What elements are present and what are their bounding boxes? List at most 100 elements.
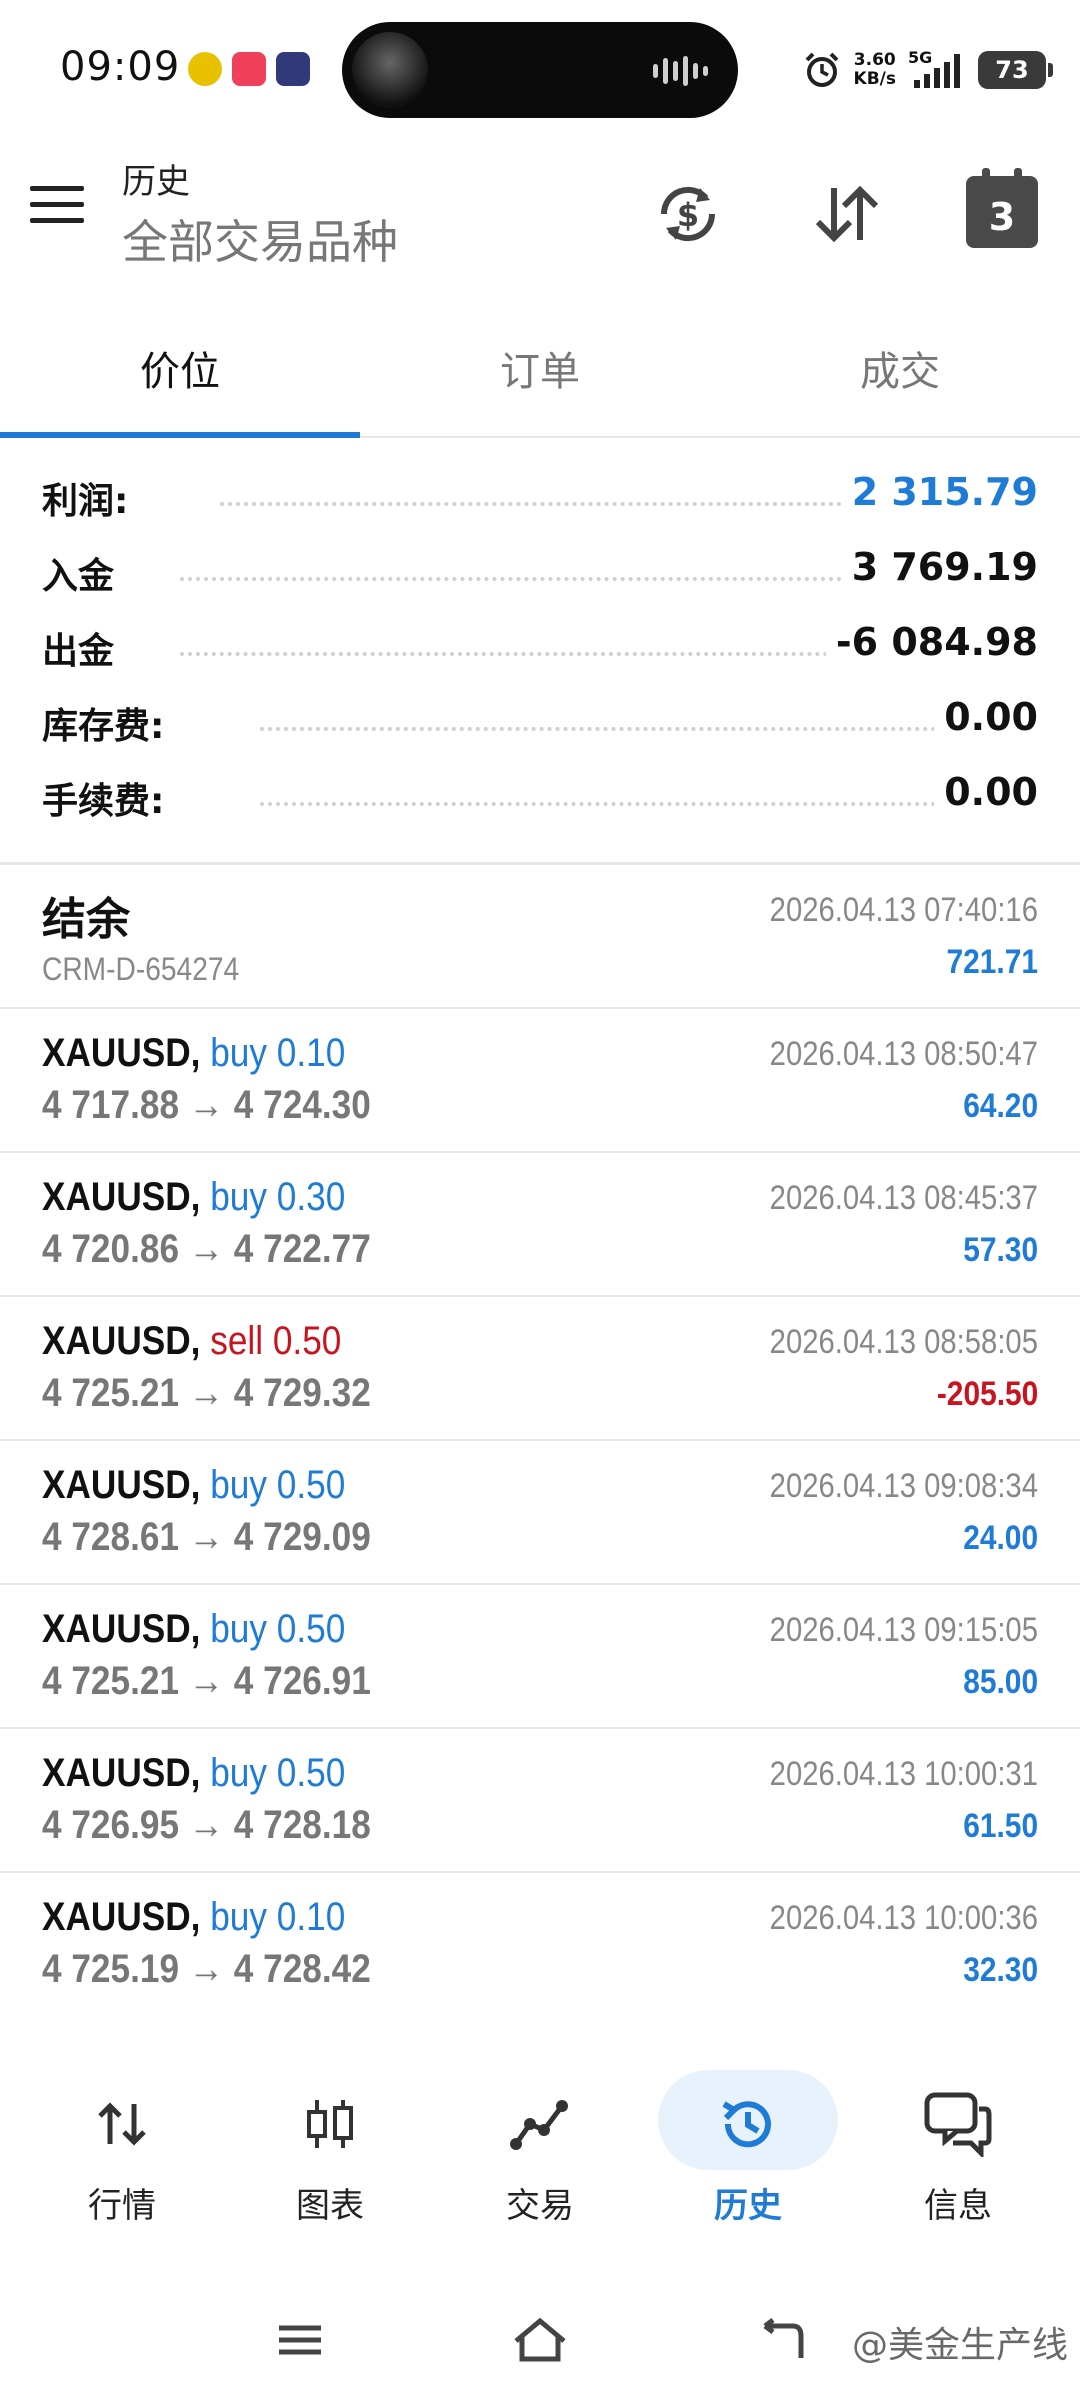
trade-row[interactable]: XAUUSD, sell 0.50 4 725.21 → 4 729.32 20…: [0, 1297, 1080, 1441]
menu-icon: [30, 186, 84, 191]
trade-time: 2026.04.13 08:45:37: [769, 1179, 1038, 1217]
back-button[interactable]: [740, 2300, 820, 2380]
balance-title: 结余: [42, 894, 130, 945]
trade-profit: 24.00: [963, 1519, 1038, 1557]
sort-button[interactable]: [806, 174, 886, 254]
trade-row[interactable]: XAUUSD, buy 0.10 4 717.88 → 4 724.30 202…: [0, 1009, 1080, 1153]
summary-row-deposit: 入金 3 769.19: [0, 537, 1080, 612]
entry-time: 2026.04.13 07:40:16: [769, 891, 1038, 929]
nav-history[interactable]: 历史: [658, 2050, 838, 2240]
trade-row[interactable]: XAUUSD, buy 0.10 4 725.19 → 4 728.42 202…: [0, 1873, 1080, 2017]
trade-volume: 0.10: [276, 1031, 346, 1075]
close-price: 4 729.32: [233, 1371, 371, 1415]
summary-label: 手续费:: [42, 772, 175, 824]
home-button[interactable]: [500, 2300, 580, 2380]
player-app-notification-icon: [276, 52, 310, 86]
trade-row[interactable]: XAUUSD, buy 0.30 4 720.86 → 4 722.77 202…: [0, 1153, 1080, 1297]
trade-side: buy: [210, 1463, 267, 1507]
nav-label: 图表: [296, 2186, 364, 2226]
trade-time: 2026.04.13 10:00:31: [769, 1755, 1038, 1793]
dynamic-island[interactable]: [342, 22, 738, 118]
network-speed: 3.60 KB/s: [854, 51, 896, 89]
nav-label: 信息: [924, 2186, 992, 2226]
history-clock-icon: [708, 2084, 788, 2164]
tab-deals[interactable]: 成交: [720, 300, 1080, 436]
trade-profit: 61.50: [963, 1807, 1038, 1845]
status-time: 09:09: [60, 44, 181, 90]
trade-volume: 0.50: [276, 1751, 346, 1795]
open-price: 4 725.19: [42, 1947, 180, 1991]
recent-apps-button[interactable]: [260, 2300, 340, 2380]
currency-exchange-button[interactable]: $: [648, 174, 728, 254]
balance-entry[interactable]: 结余 CRM-D-654274 2026.04.13 07:40:16 721.…: [0, 865, 1080, 1009]
open-price: 4 728.61: [42, 1515, 180, 1559]
summary-label: 入金: [42, 547, 125, 599]
trade-symbol: XAUUSD,: [42, 1751, 201, 1795]
nav-messages[interactable]: 信息: [868, 2050, 1048, 2240]
close-price: 4 728.42: [233, 1947, 371, 1991]
bottom-navigation: 行情 图表 交易 历史 信息: [0, 2050, 1080, 2250]
nav-label: 行情: [88, 2186, 156, 2226]
trade-time: 2026.04.13 10:00:36: [769, 1899, 1038, 1937]
open-price: 4 726.95: [42, 1803, 180, 1847]
summary-value: 0.00: [934, 695, 1038, 739]
open-price: 4 725.21: [42, 1371, 180, 1415]
nav-label: 交易: [506, 2186, 574, 2226]
close-price: 4 726.91: [233, 1659, 371, 1703]
arrow-right-icon: →: [188, 1515, 225, 1559]
trade-row[interactable]: XAUUSD, buy 0.50 4 725.21 → 4 726.91 202…: [0, 1585, 1080, 1729]
trade-side: buy: [210, 1175, 267, 1219]
system-navigation-bar: @美金生产线: [0, 2280, 1080, 2400]
summary-row-withdrawal: 出金 -6 084.98: [0, 612, 1080, 687]
trade-volume: 0.30: [276, 1175, 346, 1219]
svg-text:$: $: [677, 196, 699, 234]
close-price: 4 724.30: [233, 1083, 371, 1127]
nav-trade[interactable]: 交易: [450, 2050, 630, 2240]
trade-side: buy: [210, 1607, 267, 1651]
trade-volume: 0.50: [272, 1319, 342, 1363]
menu-button[interactable]: [30, 186, 90, 236]
trade-profit: -205.50: [936, 1375, 1038, 1413]
arrow-right-icon: →: [188, 1227, 225, 1271]
header-subtitle: 历史: [122, 162, 190, 202]
recent-apps-icon: [279, 2325, 321, 2355]
symbol-filter[interactable]: 全部交易品种: [122, 206, 398, 272]
trade-side: buy: [210, 1895, 267, 1939]
tab-positions[interactable]: 价位: [0, 300, 360, 436]
trade-volume: 0.50: [276, 1463, 346, 1507]
nav-quotes[interactable]: 行情: [32, 2050, 212, 2240]
video-app-notification-icon: [232, 52, 266, 86]
close-price: 4 729.09: [233, 1515, 371, 1559]
network-speed-value: 3.60: [853, 50, 896, 70]
summary-value: -6 084.98: [825, 620, 1038, 664]
currency-exchange-icon: $: [660, 186, 716, 242]
trade-volume: 0.10: [276, 1895, 346, 1939]
calendar-button[interactable]: 3: [966, 168, 1038, 248]
summary-row-commission: 手续费: 0.00: [0, 762, 1080, 837]
summary-value: 3 769.19: [841, 545, 1038, 589]
alarm-icon: [805, 52, 838, 87]
back-icon: [763, 2318, 804, 2358]
nav-charts[interactable]: 图表: [240, 2050, 420, 2240]
arrow-right-icon: →: [188, 1947, 225, 1991]
tab-orders[interactable]: 订单: [360, 300, 720, 436]
candlestick-chart-icon: [290, 2084, 370, 2164]
arrow-right-icon: →: [188, 1659, 225, 1703]
trade-volume: 0.50: [276, 1607, 346, 1651]
open-price: 4 717.88: [42, 1083, 180, 1127]
signal-icon: 5G: [908, 48, 966, 90]
quotes-arrows-icon: [82, 2084, 162, 2164]
open-price: 4 725.21: [42, 1659, 180, 1703]
messages-icon: [918, 2084, 998, 2164]
trade-profit: 32.30: [963, 1951, 1038, 1989]
trade-row[interactable]: XAUUSD, buy 0.50 4 728.61 → 4 729.09 202…: [0, 1441, 1080, 1585]
balance-amount: 721.71: [946, 943, 1038, 981]
status-bar: 09:09 3.60 KB/s 5G 73: [0, 0, 1080, 140]
arrow-right-icon: →: [188, 1083, 225, 1127]
trade-symbol: XAUUSD,: [42, 1463, 201, 1507]
trade-symbol: XAUUSD,: [42, 1319, 201, 1363]
trade-row[interactable]: XAUUSD, buy 0.50 4 726.95 → 4 728.18 202…: [0, 1729, 1080, 1873]
summary-label: 库存费:: [42, 697, 175, 749]
summary-row-profit: 利润: 2 315.79: [0, 462, 1080, 537]
trade-side: sell: [210, 1319, 264, 1363]
